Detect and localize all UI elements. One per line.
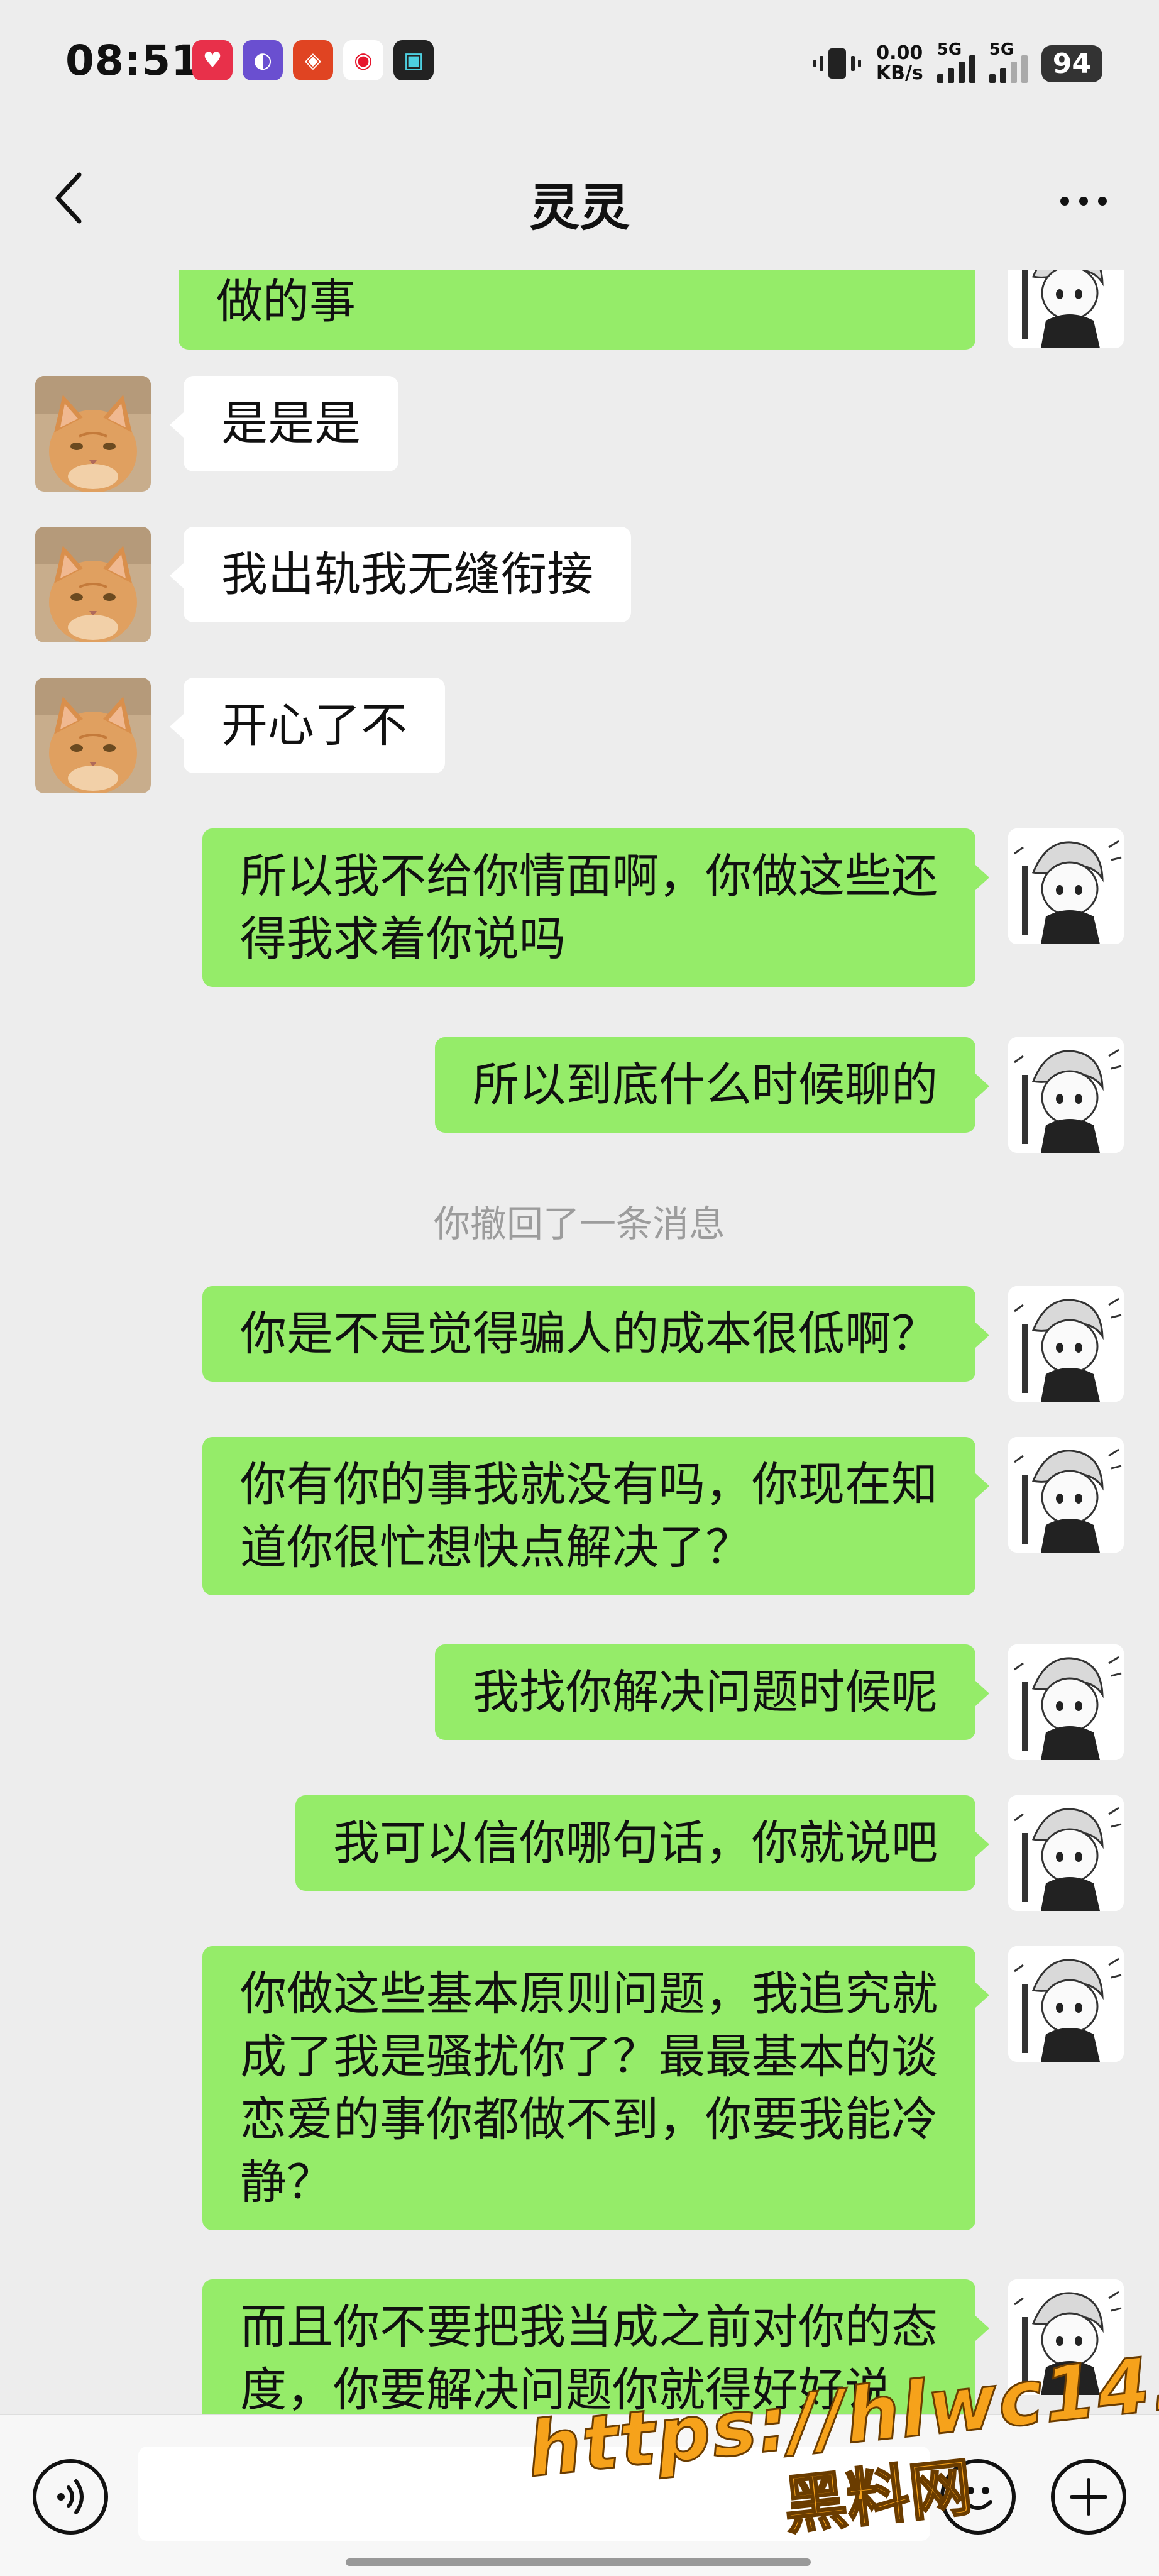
message-text-line: 你有你的事我就没有吗，你现在知 <box>240 1458 938 1512</box>
watermark: https://hlwc14.com 黑料网 <box>522 2319 1159 2543</box>
chat-title: 灵灵 <box>529 179 630 237</box>
contact-avatar[interactable] <box>35 678 151 793</box>
status-bar: 08:51 ♥ ◐ ◈ ◉ ▣ 0.00 KB/s 5G 5G 94 <box>0 0 1159 126</box>
voice-icon <box>57 2479 84 2514</box>
message-text-line: 所以我不给你情面啊，你做这些还 <box>240 849 938 903</box>
message-bubble-received[interactable]: 是是是 <box>170 376 398 471</box>
user-avatar[interactable] <box>1008 1795 1124 1911</box>
message-bubble-sent[interactable]: 我找你解决问题时候呢 <box>435 1644 989 1740</box>
vibrate-icon <box>813 48 861 79</box>
message-bubble-received[interactable]: 开心了不 <box>170 678 445 773</box>
app-icon-3: ◈ <box>293 40 333 80</box>
message-bubble-sent[interactable]: 你是不是觉得骗人的成本很低啊？ <box>202 1286 989 1382</box>
recall-notice: 你撤回了一条消息 <box>433 1203 725 1245</box>
user-avatar[interactable] <box>1008 1946 1124 2062</box>
message-bubble-sent[interactable]: 你有你的事我就没有吗，你现在知 道你很忙想快点解决了？ <box>202 1437 989 1595</box>
network-speed-unit: KB/s <box>876 62 923 84</box>
status-indicators: 0.00 KB/s 5G 5G 94 <box>812 35 1102 92</box>
message-text-line: 恋爱的事你都做不到，你要我能冷 <box>240 2093 938 2147</box>
contact-avatar[interactable] <box>35 527 151 642</box>
battery-indicator: 94 <box>1041 45 1102 82</box>
user-avatar[interactable] <box>1008 1286 1124 1402</box>
message-text-line: 得我求着你说吗 <box>240 912 566 966</box>
message-text: 开心了不 <box>221 698 407 752</box>
message-text: 是是是 <box>221 397 361 451</box>
user-avatar[interactable] <box>1008 1644 1124 1760</box>
app-icon-1: ♥ <box>192 40 233 80</box>
app-icon-2: ◐ <box>243 40 283 80</box>
weibo-icon: ◉ <box>343 40 383 80</box>
message-text: 我可以信你哪句话，你就说吧 <box>333 1816 938 1870</box>
message-bubble-sent[interactable]: 所以我不给你情面啊，你做这些还 得我求着你说吗 <box>202 828 989 987</box>
message-text: 你是不是觉得骗人的成本很低啊？ <box>240 1307 938 1361</box>
user-avatar[interactable] <box>1008 270 1124 348</box>
message-bubble-sent[interactable]: 你做这些基本原则问题，我追究就 成了我是骚扰你了？最最基本的谈 恋爱的事你都做不… <box>202 1946 989 2230</box>
more-dot-icon <box>1079 197 1088 206</box>
message-text: 所以到底什么时候聊的 <box>473 1058 938 1112</box>
signal-label-2: 5G <box>989 40 1014 59</box>
message-text-line: 道你很忙想快点解决了？ <box>240 1521 752 1575</box>
message-text: 我找你解决问题时候呢 <box>473 1665 938 1719</box>
signal-icon-2: 5G <box>989 40 1028 83</box>
signal-label-1: 5G <box>937 40 962 59</box>
message-bubble-sent[interactable]: 所以到底什么时候聊的 <box>435 1037 989 1133</box>
message-bubble-sent[interactable]: 我可以信你哪句话，你就说吧 <box>295 1795 989 1891</box>
network-speed-value: 0.00 <box>876 42 923 64</box>
watermark-name: 黑料网 <box>779 2449 977 2544</box>
contact-avatar[interactable] <box>35 376 151 492</box>
user-avatar[interactable] <box>1008 1437 1124 1553</box>
network-speed: 0.00 KB/s <box>876 43 923 84</box>
more-dot-icon <box>1098 197 1107 206</box>
message-bubble-received[interactable]: 我出轨我无缝衔接 <box>170 527 631 622</box>
message-text: 做的事 <box>216 275 356 329</box>
signal-icon-1: 5G <box>937 40 975 83</box>
status-time: 08:51 <box>65 36 201 85</box>
message-text-line: 静？ <box>240 2155 333 2210</box>
user-avatar[interactable] <box>1008 828 1124 944</box>
message-text-line: 你做这些基本原则问题，我追究就 <box>240 1967 938 2021</box>
message-list[interactable]: 做的事 是是是 我出轨我无缝衔接 开心了不 所以我不给你情面啊，你做这些还 得我… <box>0 270 1159 2414</box>
user-avatar[interactable] <box>1008 1037 1124 1153</box>
home-indicator[interactable] <box>346 2558 811 2566</box>
app-icon-5: ▣ <box>393 40 434 80</box>
chat-header: 灵灵 <box>0 126 1159 270</box>
message-bubble-sent[interactable]: 做的事 <box>179 270 975 350</box>
message-text: 我出轨我无缝衔接 <box>221 548 593 602</box>
message-text-line: 成了我是骚扰你了？最最基本的谈 <box>240 2030 938 2084</box>
voice-button[interactable] <box>33 2459 108 2535</box>
more-button[interactable] <box>1046 170 1121 233</box>
more-dot-icon <box>1060 197 1069 206</box>
